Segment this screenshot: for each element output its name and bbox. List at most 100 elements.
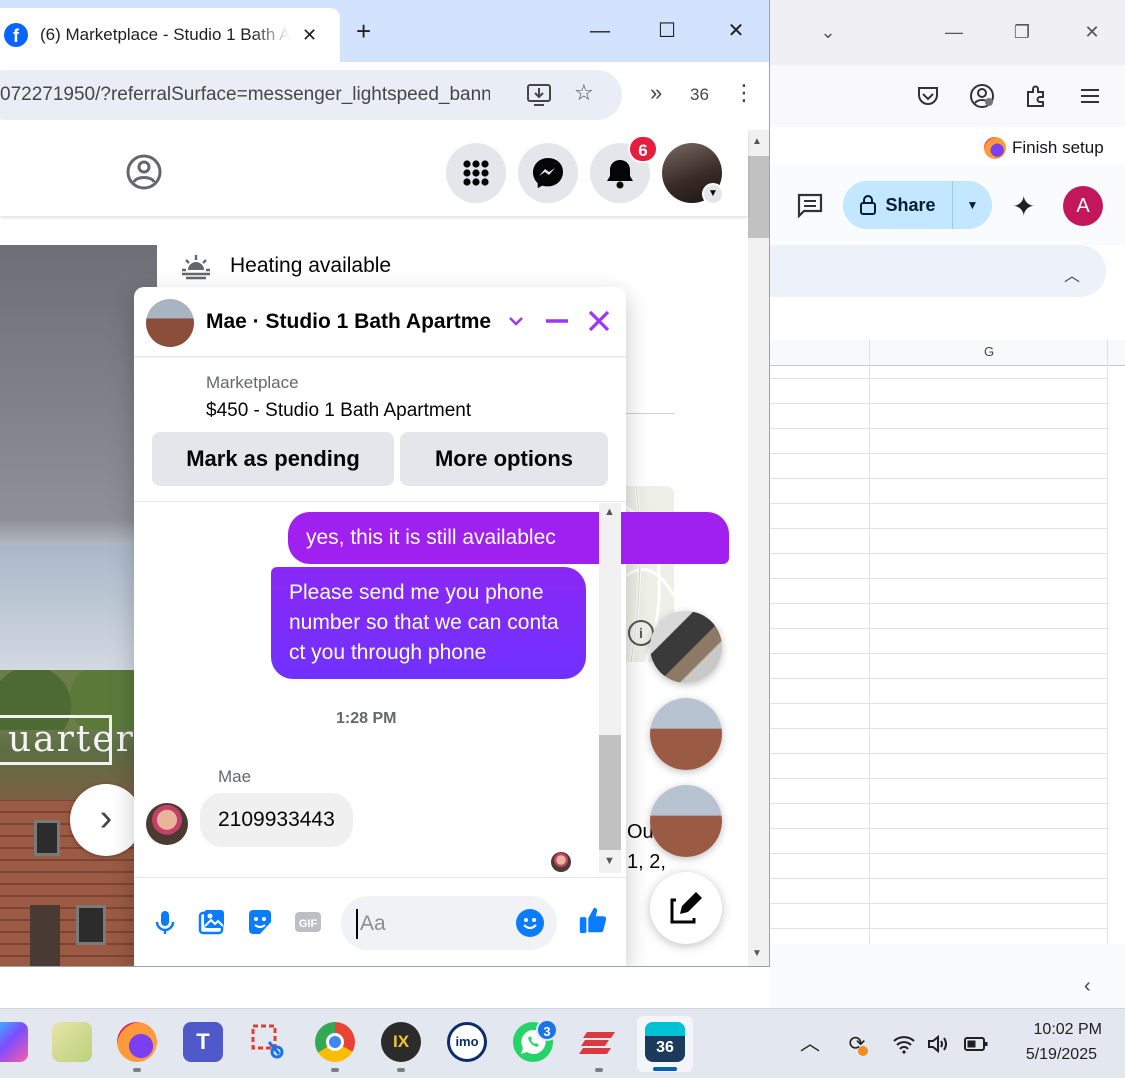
clock-date[interactable]: 5/19/2025: [1000, 1046, 1097, 1064]
chrome-menu-icon[interactable]: ⋮: [733, 80, 755, 106]
gif-icon[interactable]: GIF: [292, 906, 324, 938]
restore-icon[interactable]: ❐: [1010, 20, 1034, 44]
expressvpn-app-icon[interactable]: [579, 1022, 619, 1062]
column-header-g[interactable]: G: [870, 344, 1108, 359]
firefox-app-icon[interactable]: [117, 1022, 157, 1062]
minimize-chat-icon[interactable]: [541, 305, 573, 337]
snipping-tool-app-icon[interactable]: [249, 1022, 289, 1062]
close-window-icon[interactable]: ✕: [1080, 20, 1104, 44]
next-photo-chevron-icon[interactable]: ›: [70, 784, 142, 856]
sheet-bottom-bar: [770, 944, 1125, 1008]
scroll-down-arrow-icon[interactable]: ▼: [752, 948, 762, 959]
notepad-app-icon[interactable]: [52, 1022, 92, 1062]
chat-title[interactable]: Mae · Studio 1 Bath Apartment: [206, 310, 491, 334]
minimize-icon[interactable]: —: [942, 20, 966, 44]
chat-head[interactable]: [650, 698, 722, 770]
chat-scrollbar-thumb[interactable]: [599, 735, 621, 850]
chat-options-chevron-icon[interactable]: [500, 305, 532, 337]
sender-avatar[interactable]: [146, 803, 188, 845]
tab-close-icon[interactable]: ✕: [302, 25, 317, 46]
mark-as-pending-button[interactable]: Mark as pending: [152, 432, 394, 486]
new-tab-plus-icon[interactable]: +: [356, 16, 371, 47]
page-scrollbar[interactable]: [748, 130, 769, 966]
install-app-icon[interactable]: [525, 82, 553, 108]
scroll-up-arrow-icon[interactable]: ▲: [752, 136, 762, 147]
teams-app-icon[interactable]: T: [183, 1022, 223, 1062]
battery-icon[interactable]: [964, 1032, 988, 1056]
chat-head[interactable]: [650, 611, 722, 683]
running-indicator: [133, 1068, 141, 1072]
imo-app-icon[interactable]: imo: [447, 1022, 487, 1062]
comments-icon[interactable]: [796, 192, 824, 218]
row-divider: [770, 753, 1108, 754]
menu-grid-button[interactable]: [446, 143, 506, 203]
scroll-up-arrow-icon[interactable]: ▲: [604, 506, 615, 518]
compose-icon: [670, 892, 702, 924]
account-avatar[interactable]: A: [1063, 186, 1103, 226]
running-indicator: [595, 1068, 603, 1072]
row-divider: [770, 378, 1108, 379]
row-divider: [770, 428, 1108, 429]
scroll-down-arrow-icon[interactable]: ▼: [604, 855, 615, 867]
minimize-icon[interactable]: —: [585, 16, 615, 46]
tab-list-chevron-icon[interactable]: ⌄: [816, 20, 840, 44]
volume-icon[interactable]: [926, 1032, 950, 1056]
chat-head[interactable]: [650, 785, 722, 857]
heating-label: Heating available: [230, 254, 392, 277]
chat-avatar[interactable]: [146, 299, 194, 347]
extensions-overflow-icon[interactable]: »: [650, 80, 662, 106]
sender-name: Mae: [218, 767, 252, 786]
share-button[interactable]: Share ▼: [843, 181, 992, 229]
gemini-sparkle-icon[interactable]: ✦: [1012, 190, 1035, 223]
extensions-count[interactable]: 36: [690, 85, 709, 105]
url-text[interactable]: 072271950/?referralSurface=messenger_lig…: [0, 84, 490, 106]
ixl-app-icon[interactable]: IX: [381, 1022, 421, 1062]
firefox-toolbar: [770, 65, 1125, 127]
share-dropdown-caret-icon[interactable]: ▼: [953, 198, 992, 212]
bookmark-star-icon[interactable]: ☆: [574, 80, 594, 106]
row-divider: [770, 703, 1108, 704]
svg-text:GIF: GIF: [299, 918, 318, 930]
clock-time[interactable]: 10:02 PM: [1010, 1021, 1102, 1039]
more-options-button[interactable]: More options: [400, 432, 608, 486]
message-bubble-outgoing[interactable]: Please send me you phone number so that …: [271, 567, 586, 679]
chrome-app-icon[interactable]: [315, 1022, 355, 1062]
row-divider: [770, 453, 1108, 454]
finish-setup-button[interactable]: Finish setup: [984, 135, 1104, 161]
scroll-left-chevron-icon[interactable]: ‹: [1084, 975, 1091, 998]
groups-nav-icon[interactable]: [124, 152, 164, 192]
microphone-icon[interactable]: [149, 906, 181, 938]
menu-hamburger-icon[interactable]: [1076, 82, 1104, 110]
message-bubble-outgoing[interactable]: yes, this it is still availablec: [288, 512, 729, 564]
message-input[interactable]: [356, 909, 506, 939]
thumbs-up-icon[interactable]: [577, 904, 609, 936]
emoji-icon[interactable]: [516, 909, 544, 937]
collapse-chevron-icon[interactable]: ︿: [1064, 262, 1080, 286]
messenger-button[interactable]: [518, 143, 578, 203]
tab-marketplace[interactable]: f (6) Marketplace - Studio 1 Bath Apartm…: [0, 8, 340, 62]
pocket-icon[interactable]: [914, 82, 942, 110]
listing-title[interactable]: $450 - Studio 1 Bath Apartment: [206, 400, 471, 422]
page-scrollbar-thumb[interactable]: [748, 156, 769, 238]
close-chat-icon[interactable]: [583, 305, 615, 337]
message-bubble-incoming[interactable]: 2109933443: [200, 793, 353, 847]
share-main-button[interactable]: Share: [843, 181, 953, 229]
message-timestamp: 1:28 PM: [336, 710, 397, 727]
extensions-puzzle-icon[interactable]: [1022, 82, 1050, 110]
whatsapp-badge: 3: [536, 1019, 558, 1041]
photo-attach-icon[interactable]: [196, 906, 228, 938]
close-window-icon[interactable]: ✕: [721, 16, 751, 46]
row-divider: [770, 403, 1108, 404]
maximize-icon[interactable]: ☐: [652, 16, 682, 46]
sticker-icon[interactable]: [244, 906, 276, 938]
new-message-button[interactable]: [650, 872, 722, 944]
account-icon[interactable]: [968, 82, 996, 110]
profile-dropdown-chevron-icon[interactable]: ▼: [702, 183, 724, 205]
ixl-36-app-icon[interactable]: 36: [645, 1022, 685, 1062]
row-divider: [770, 628, 1108, 629]
wifi-icon[interactable]: [892, 1032, 916, 1056]
notifications-badge: 6: [628, 135, 658, 163]
copilot-app-icon[interactable]: [0, 1022, 28, 1062]
firefox-logo-icon: [984, 137, 1006, 159]
show-hidden-icons-chevron-icon[interactable]: ︿: [798, 1032, 822, 1056]
